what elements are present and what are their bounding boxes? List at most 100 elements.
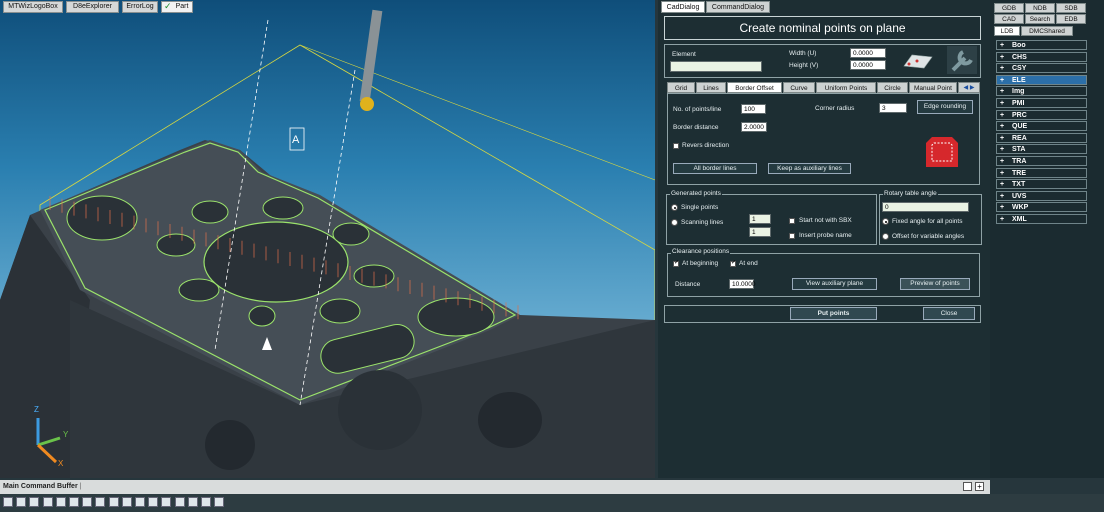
fit-icon[interactable]	[82, 497, 93, 507]
height-input[interactable]: 0.0000	[850, 60, 886, 70]
offset-variable-radio[interactable]	[882, 233, 889, 240]
part-model-view[interactable]	[0, 0, 655, 478]
filter-icon[interactable]	[187, 497, 198, 507]
layer-icon[interactable]	[108, 497, 119, 507]
line-icon[interactable]	[42, 497, 53, 507]
tree-item-pmi[interactable]: + PMI	[996, 98, 1087, 108]
tab-errorlog[interactable]: ErrorLog	[122, 1, 158, 13]
expand-plus-icon[interactable]: +	[1000, 134, 1012, 143]
tree-item-uvs[interactable]: + UVS	[996, 190, 1087, 201]
tab-cad[interactable]: CAD	[994, 14, 1024, 24]
tab-commanddialog[interactable]: CommandDialog	[706, 1, 770, 13]
border-distance-input[interactable]: 2.0000	[741, 122, 767, 132]
pan-icon[interactable]	[29, 497, 40, 507]
tree-item-prc[interactable]: + PRC	[996, 109, 1087, 120]
expand-plus-icon[interactable]: +	[1000, 157, 1012, 166]
sync-icon[interactable]	[135, 497, 145, 507]
tab-border-offset[interactable]: Border Offset	[727, 82, 782, 93]
tab-gdb[interactable]: GDB	[994, 3, 1024, 13]
tree-item-boo[interactable]: + Boo	[996, 40, 1087, 50]
expand-plus-icon[interactable]: +	[1000, 215, 1012, 224]
rotary-angle-input[interactable]: 0	[882, 202, 969, 212]
tab-grid[interactable]: Grid	[667, 82, 695, 93]
expand-plus-icon[interactable]: +	[1000, 87, 1012, 96]
start-not-sbx-checkbox[interactable]	[789, 218, 795, 224]
tree-item-rea[interactable]: + REA	[996, 132, 1087, 143]
expand-plus-icon[interactable]: +	[1000, 180, 1012, 189]
fixed-angle-radio[interactable]	[882, 218, 889, 225]
expand-plus-icon[interactable]: +	[1000, 76, 1012, 85]
expand-plus-icon[interactable]: +	[1000, 111, 1012, 120]
tree-item-txt[interactable]: + TXT	[996, 179, 1087, 190]
tree-item-sta[interactable]: + STA	[996, 144, 1087, 155]
view-icon[interactable]	[69, 497, 79, 507]
width-input[interactable]: 0.0000	[850, 48, 886, 58]
tab-circle[interactable]: Circle	[877, 82, 908, 93]
cut-icon[interactable]	[148, 497, 159, 507]
tree-item-csy[interactable]: + CSY	[996, 63, 1087, 74]
select-icon[interactable]	[174, 497, 185, 507]
tree-item-ele[interactable]: + ELE	[996, 74, 1087, 85]
add-icon[interactable]: +	[975, 482, 984, 491]
tab-edb[interactable]: EDB	[1056, 14, 1086, 24]
expand-plus-icon[interactable]: +	[1000, 99, 1012, 108]
tab-search[interactable]: Search	[1025, 14, 1055, 24]
put-points-button[interactable]: Put points	[790, 307, 877, 320]
tree-item-tre[interactable]: + TRE	[996, 167, 1087, 178]
dock-icon[interactable]	[963, 482, 972, 491]
close-button[interactable]: Close	[923, 307, 975, 320]
at-beginning-checkbox[interactable]	[673, 259, 679, 267]
scanning-lines-input-2[interactable]: 1	[749, 227, 771, 237]
tree-item-wkp[interactable]: + WKP	[996, 202, 1087, 213]
tree-item-xml[interactable]: + XML	[996, 214, 1087, 224]
keep-auxiliary-lines-button[interactable]: Keep as auxiliary lines	[768, 163, 851, 174]
single-points-radio[interactable]	[671, 204, 678, 211]
expand-plus-icon[interactable]: +	[1000, 145, 1012, 154]
tab-curve[interactable]: Curve	[783, 82, 815, 93]
expand-plus-icon[interactable]: +	[1000, 41, 1012, 50]
tab-manual-point[interactable]: Manual Point	[909, 82, 957, 93]
measure-icon[interactable]	[161, 497, 172, 507]
tab-ndb[interactable]: NDB	[1025, 3, 1055, 13]
distance-input[interactable]: 10.0000	[729, 279, 756, 289]
expand-plus-icon[interactable]: +	[1000, 192, 1012, 201]
tree-item-que[interactable]: + QUE	[996, 121, 1087, 132]
grid-icon[interactable]	[121, 497, 132, 507]
reverse-direction-checkbox[interactable]	[673, 143, 679, 149]
expand-plus-icon[interactable]: +	[1000, 122, 1012, 131]
scanning-lines-radio[interactable]	[671, 219, 678, 226]
command-buffer-bar[interactable]: Main Command Buffer |	[0, 480, 990, 494]
points-line-input[interactable]: 100	[741, 104, 766, 114]
all-border-lines-button[interactable]: All border lines	[673, 163, 757, 174]
expand-plus-icon[interactable]: +	[1000, 203, 1012, 212]
text-tool-icon[interactable]	[201, 497, 211, 507]
tab-scroll-arrows-icon[interactable]: ◀ ▶	[958, 82, 980, 93]
zoom-icon[interactable]	[16, 497, 27, 507]
corner-radius-input[interactable]: 3	[879, 103, 907, 113]
wrench-icon[interactable]	[947, 46, 977, 74]
expand-plus-icon[interactable]: +	[1000, 53, 1012, 62]
search-icon[interactable]	[3, 497, 13, 507]
at-end-checkbox[interactable]	[730, 259, 736, 267]
insert-probe-checkbox[interactable]	[789, 233, 795, 239]
tab-mtwizlogobox[interactable]: MTWizLogoBox	[3, 1, 63, 13]
edge-rounding-button[interactable]: Edge rounding	[917, 100, 973, 114]
tab-uniform-points[interactable]: Uniform Points	[816, 82, 876, 93]
tab-d8eexplorer[interactable]: D8eExplorer	[66, 1, 119, 13]
3d-viewport[interactable]: A Z Y X MTWizLogoBox D8eExplorer ErrorLo…	[0, 0, 655, 478]
tree-item-img[interactable]: + Img	[996, 86, 1087, 97]
element-input[interactable]	[670, 61, 762, 72]
tab-sdb[interactable]: SDB	[1056, 3, 1086, 13]
rotate-icon[interactable]	[95, 497, 106, 507]
preview-points-button[interactable]: Preview of points	[900, 278, 970, 290]
expand-plus-icon[interactable]: +	[1000, 169, 1012, 178]
tab-ldb[interactable]: LDB	[994, 26, 1020, 36]
scanning-lines-input-1[interactable]: 1	[749, 214, 771, 224]
tab-dmcshared[interactable]: DMCShared	[1021, 26, 1073, 36]
menu-arrow-icon[interactable]	[214, 497, 225, 507]
rect-icon[interactable]	[55, 497, 66, 507]
tab-caddialog[interactable]: CadDialog	[661, 1, 705, 13]
tree-item-chs[interactable]: + CHS	[996, 51, 1087, 62]
tab-part[interactable]: ✓ Part	[161, 1, 193, 13]
tree-item-tra[interactable]: + TRA	[996, 156, 1087, 166]
